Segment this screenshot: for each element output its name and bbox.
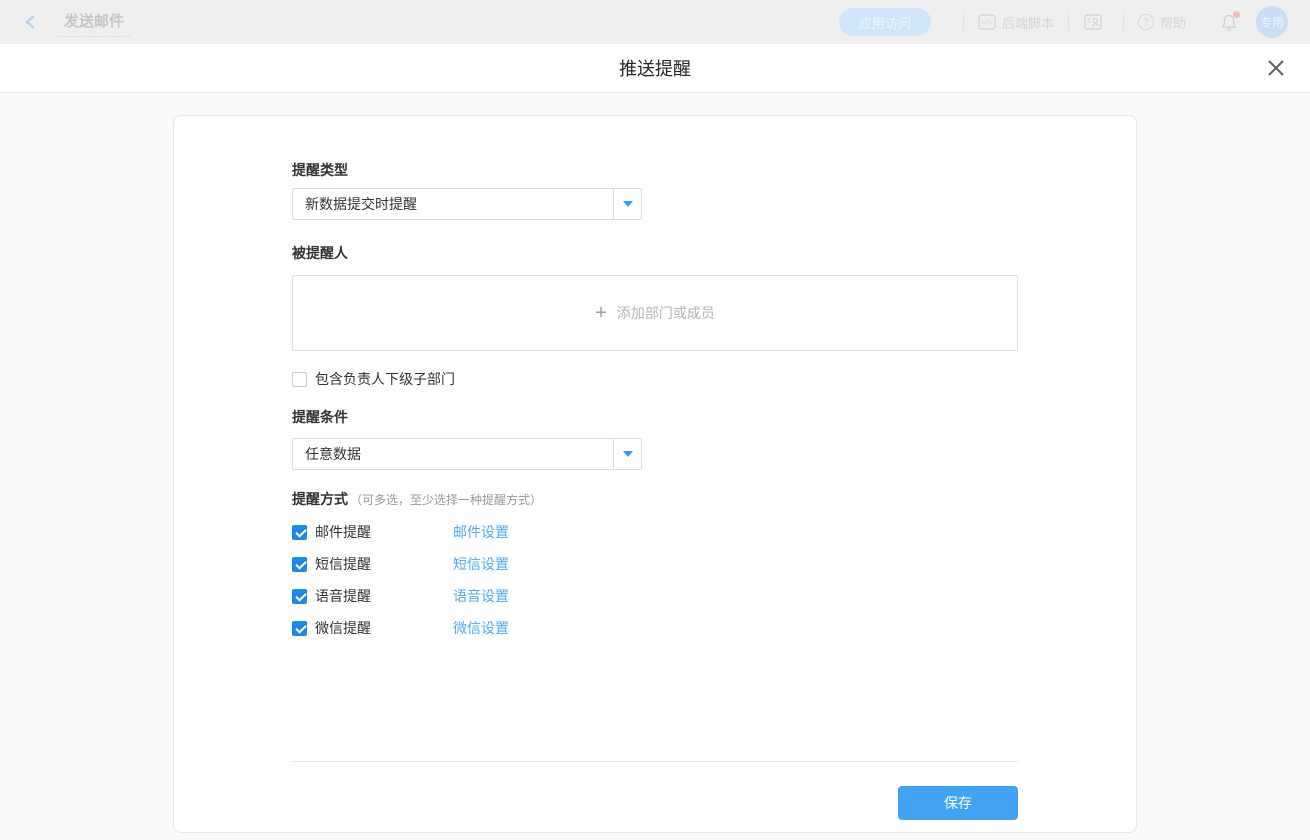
bottom-divider (292, 761, 1018, 762)
methods-label-text: 提醒方式 (292, 491, 348, 507)
method-row-voice: 语音提醒 语音设置 (292, 586, 1018, 606)
method-label: 短信提醒 (315, 556, 371, 572)
method-label: 语音提醒 (315, 588, 371, 604)
reminded-people-label: 被提醒人 (292, 245, 348, 261)
topbar-divider (1122, 14, 1124, 30)
svg-text:</>: </> (981, 18, 993, 27)
condition-value: 任意数据 (305, 446, 361, 462)
caret-down-icon (622, 201, 633, 207)
wechat-settings-link[interactable]: 微信设置 (453, 618, 509, 638)
email-settings-link[interactable]: 邮件设置 (453, 522, 509, 542)
modal-header: 推送提醒 (0, 44, 1310, 93)
backend-script-label: 后端脚本 (1001, 15, 1054, 31)
help-button[interactable]: ? 帮助 (1137, 13, 1186, 32)
methods-list: 邮件提醒 邮件设置 短信提醒 短信设置 语音提醒 语音设置 微信提醒 微信设置 (292, 522, 1018, 638)
condition-label: 提醒条件 (292, 409, 348, 425)
reminder-type-label: 提醒类型 (292, 162, 348, 178)
include-sub-departments-row: 包含负责人下级子部门 (292, 369, 1018, 389)
topbar-divider (962, 14, 964, 30)
method-row-wechat: 微信提醒 微信设置 (292, 618, 1018, 638)
method-row-email: 邮件提醒 邮件设置 (292, 522, 1018, 542)
plus-icon: + (595, 302, 607, 324)
invite-member-button[interactable] (1083, 13, 1109, 31)
notification-dot (1233, 10, 1240, 18)
method-row-sms: 短信提醒 短信设置 (292, 554, 1018, 574)
email-checkbox[interactable] (292, 524, 307, 540)
code-script-icon: </> (978, 13, 996, 31)
sms-settings-link[interactable]: 短信设置 (453, 554, 509, 574)
member-card-icon (1083, 13, 1103, 31)
method-label: 邮件提醒 (315, 524, 371, 540)
push-reminder-card: 提醒类型 新数据提交时提醒 被提醒人 + 添加部门或成员 包含负责人下级子部门 … (173, 115, 1137, 833)
close-icon[interactable] (1264, 56, 1288, 80)
add-members-box[interactable]: + 添加部门或成员 (292, 275, 1018, 351)
method-label: 微信提醒 (315, 620, 371, 636)
voice-checkbox[interactable] (292, 588, 307, 604)
notification-bell-button[interactable] (1220, 10, 1240, 32)
document-title[interactable]: 发送邮件 (58, 8, 131, 37)
caret-down-icon (622, 451, 633, 457)
condition-select[interactable]: 任意数据 (292, 438, 642, 470)
include-sub-checkbox[interactable] (292, 371, 307, 387)
app-access-button[interactable]: 应用访问 (838, 8, 931, 36)
save-button[interactable]: 保存 (898, 786, 1018, 820)
reminder-type-value: 新数据提交时提醒 (305, 196, 417, 212)
wechat-checkbox[interactable] (292, 620, 307, 636)
question-mark-icon: ? (1137, 14, 1154, 30)
voice-settings-link[interactable]: 语音设置 (453, 586, 509, 606)
dropdown-caret-cell (613, 439, 641, 469)
save-row: 保存 (292, 786, 1018, 820)
methods-note: （可多选，至少选择一种提醒方式） (350, 493, 543, 507)
help-label: 帮助 (1159, 15, 1186, 31)
avatar[interactable]: 专用 (1256, 6, 1288, 38)
topbar: 发送邮件 应用访问 </> 后端脚本 ? 帮助 专用 (0, 0, 1310, 44)
sms-checkbox[interactable] (292, 556, 307, 572)
back-chevron-icon[interactable] (22, 12, 42, 32)
modal-title: 推送提醒 (619, 59, 691, 79)
include-sub-label: 包含负责人下级子部门 (315, 371, 455, 387)
add-members-placeholder: 添加部门或成员 (616, 305, 715, 321)
topbar-divider (1067, 14, 1069, 30)
methods-label: 提醒方式 （可多选，至少选择一种提醒方式） (292, 489, 1018, 510)
backend-script-button[interactable]: </> 后端脚本 (978, 13, 1054, 32)
reminder-type-select[interactable]: 新数据提交时提醒 (292, 188, 642, 220)
dropdown-caret-cell (613, 189, 641, 219)
